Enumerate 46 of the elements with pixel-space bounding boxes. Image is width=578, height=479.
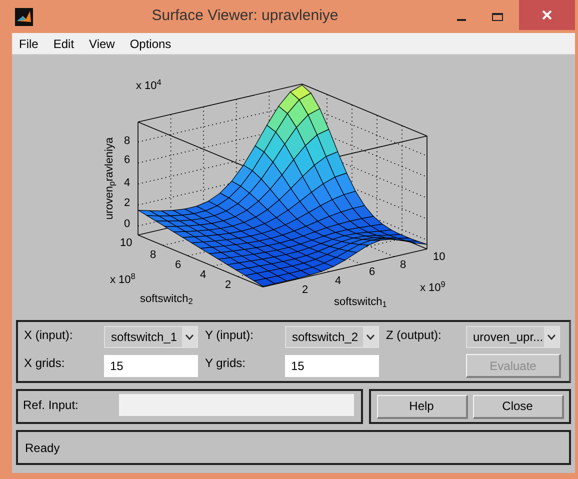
field-label: Ref. Input:	[23, 397, 80, 414]
tick-label: 4	[124, 178, 130, 189]
tick-label: 6	[369, 267, 376, 278]
field-label: Y grids:	[205, 355, 246, 372]
input-field[interactable]: 15	[285, 355, 379, 377]
tick-label: 2	[124, 198, 130, 209]
menu-item[interactable]: File	[19, 34, 38, 52]
tick-label: 6	[124, 155, 130, 166]
tick-label: 8	[124, 136, 130, 147]
menu-item[interactable]: Edit	[53, 34, 74, 52]
tick-label: 10	[433, 252, 446, 263]
tick-label: 4	[335, 276, 342, 287]
tick-label: 8	[150, 250, 156, 261]
chevron-icon	[544, 327, 559, 347]
field-label: Z (output):	[386, 327, 442, 344]
field-label: X grids:	[24, 355, 66, 372]
axis-multiplier: x 10$^{4}$	[136, 81, 162, 92]
axis-multiplier: x 10$^{8}$	[110, 275, 136, 286]
axis-label: softswitch$_{1}$	[334, 297, 387, 308]
tick-label: 2	[302, 285, 308, 296]
close-button[interactable]	[519, 0, 575, 30]
input-field[interactable]: 15	[104, 355, 198, 377]
dropdown[interactable]: uroven_upr...	[466, 326, 560, 348]
axis-label: softswitch$_{2}$	[140, 294, 193, 305]
tick-label: 10	[120, 238, 132, 249]
chevron-icon	[182, 327, 197, 347]
field-label: Y (input):	[205, 327, 254, 344]
tick-label: 6	[175, 260, 182, 271]
chevron-icon	[363, 327, 378, 347]
menu-item[interactable]: Options	[130, 34, 172, 52]
tick-label: 4	[200, 270, 206, 281]
dropdown[interactable]: softswitch_2	[285, 326, 379, 348]
close-dialog-button[interactable]: Close	[472, 394, 564, 418]
help-button[interactable]: Help	[376, 394, 468, 418]
app-logo-icon	[15, 8, 33, 26]
tick-label: 2	[225, 280, 232, 291]
close-icon	[542, 10, 552, 20]
axis-multiplier: x 10$^{9}$	[420, 283, 446, 294]
field-label: X (input):	[24, 327, 74, 344]
ref-input-field[interactable]	[119, 394, 354, 416]
menu-item[interactable]: View	[89, 34, 115, 52]
tick-label: 8	[400, 260, 406, 271]
window-title: Surface Viewer: upravleniye	[150, 6, 340, 26]
tick-label: 0	[124, 219, 130, 230]
status-text: Ready	[25, 441, 60, 455]
dropdown[interactable]: softswitch_1	[104, 326, 198, 348]
